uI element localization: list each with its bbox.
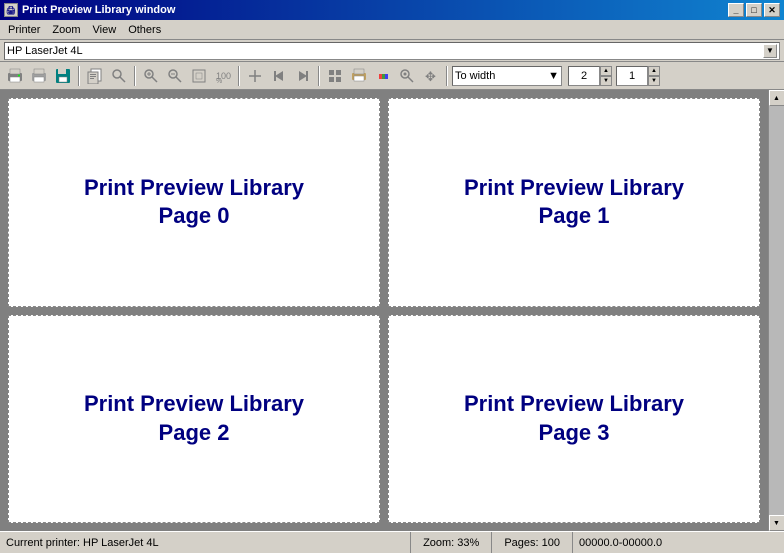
maximize-button[interactable]: □ bbox=[746, 3, 762, 17]
copy-button[interactable] bbox=[84, 65, 106, 87]
pan-button[interactable]: ✥ bbox=[420, 65, 442, 87]
scroll-up-button[interactable]: ▲ bbox=[769, 90, 784, 106]
page-preview-2: Print Preview LibraryPage 2 bbox=[8, 315, 380, 524]
sep-2 bbox=[134, 66, 136, 86]
print2-button[interactable] bbox=[348, 65, 370, 87]
main-content: Print Preview LibraryPage 0 Print Previe… bbox=[0, 90, 784, 531]
fit-page-button[interactable] bbox=[188, 65, 210, 87]
status-zoom: Zoom: 33% bbox=[411, 532, 492, 553]
sep-1 bbox=[78, 66, 80, 86]
page-preview-3: Print Preview LibraryPage 3 bbox=[388, 315, 760, 524]
status-printer: Current printer: HP LaserJet 4L bbox=[0, 532, 411, 553]
sep-3 bbox=[238, 66, 240, 86]
add-page-button[interactable] bbox=[244, 65, 266, 87]
menu-zoom[interactable]: Zoom bbox=[46, 22, 86, 38]
title-bar: 🖨 Print Preview Library window _ □ ✕ bbox=[0, 0, 784, 20]
zoom-out-button[interactable] bbox=[164, 65, 186, 87]
status-pages: Pages: 100 bbox=[492, 532, 573, 553]
color-button[interactable] bbox=[372, 65, 394, 87]
close-button[interactable]: ✕ bbox=[764, 3, 780, 17]
page-input[interactable]: 1 bbox=[616, 66, 648, 86]
page-down-arrow[interactable]: ▼ bbox=[648, 76, 660, 86]
pages-down-arrow[interactable]: ▼ bbox=[600, 76, 612, 86]
menu-bar: Printer Zoom View Others bbox=[0, 20, 784, 40]
page-preview-0: Print Preview LibraryPage 0 bbox=[8, 98, 380, 307]
printer-dropdown[interactable]: HP LaserJet 4L ▼ bbox=[4, 42, 780, 60]
status-range-text: 00000.0-00000.0 bbox=[579, 537, 662, 549]
pages-up-arrow[interactable]: ▲ bbox=[600, 66, 612, 76]
sep-5 bbox=[446, 66, 448, 86]
page-title-1: Print Preview LibraryPage 1 bbox=[464, 174, 684, 231]
menu-view[interactable]: View bbox=[87, 22, 123, 38]
page-up-arrow[interactable]: ▲ bbox=[648, 66, 660, 76]
status-pages-text: Pages: 100 bbox=[504, 537, 560, 549]
sep-4 bbox=[318, 66, 320, 86]
menu-others[interactable]: Others bbox=[122, 22, 167, 38]
page-title-0: Print Preview LibraryPage 0 bbox=[84, 174, 304, 231]
setup-button[interactable] bbox=[28, 65, 50, 87]
status-zoom-text: Zoom: 33% bbox=[423, 537, 479, 549]
pages-grid: Print Preview LibraryPage 0 Print Previe… bbox=[0, 90, 768, 531]
window-icon: 🖨 bbox=[4, 3, 18, 17]
zoom-select-button[interactable] bbox=[396, 65, 418, 87]
zoom-dropdown[interactable]: To width ▼ bbox=[452, 66, 562, 86]
printer-name: HP LaserJet 4L bbox=[7, 45, 83, 57]
zoom-label: To width bbox=[455, 70, 495, 82]
zoom-in-button[interactable] bbox=[140, 65, 162, 87]
zoom-dropdown-arrow[interactable]: ▼ bbox=[548, 70, 559, 82]
next-page-button[interactable] bbox=[292, 65, 314, 87]
find-button[interactable] bbox=[108, 65, 130, 87]
minimize-button[interactable]: _ bbox=[728, 3, 744, 17]
svg-text:%: % bbox=[216, 78, 222, 84]
page-title-3: Print Preview LibraryPage 3 bbox=[464, 390, 684, 447]
layout-button[interactable] bbox=[324, 65, 346, 87]
printer-dropdown-arrow[interactable]: ▼ bbox=[763, 44, 777, 58]
percent-button[interactable]: 100% bbox=[212, 65, 234, 87]
scroll-track[interactable] bbox=[769, 106, 784, 515]
window-title: Print Preview Library window bbox=[22, 4, 175, 16]
printer-bar: HP LaserJet 4L ▼ bbox=[0, 40, 784, 62]
status-printer-text: Current printer: HP LaserJet 4L bbox=[6, 537, 159, 549]
prev-page-button[interactable] bbox=[268, 65, 290, 87]
page-title-2: Print Preview LibraryPage 2 bbox=[84, 390, 304, 447]
menu-printer[interactable]: Printer bbox=[2, 22, 46, 38]
pages-input[interactable]: 2 bbox=[568, 66, 600, 86]
scroll-down-button[interactable]: ▼ bbox=[769, 515, 784, 531]
status-bar: Current printer: HP LaserJet 4L Zoom: 33… bbox=[0, 531, 784, 553]
toolbar: 100% ✥ To width ▼ 2 ▲ ▼ bbox=[0, 62, 784, 90]
status-range: 00000.0-00000.0 bbox=[573, 532, 784, 553]
print-button[interactable] bbox=[4, 65, 26, 87]
scrollbar-vertical[interactable]: ▲ ▼ bbox=[768, 90, 784, 531]
svg-text:✥: ✥ bbox=[425, 69, 436, 84]
save-button[interactable] bbox=[52, 65, 74, 87]
page-preview-1: Print Preview LibraryPage 1 bbox=[388, 98, 760, 307]
